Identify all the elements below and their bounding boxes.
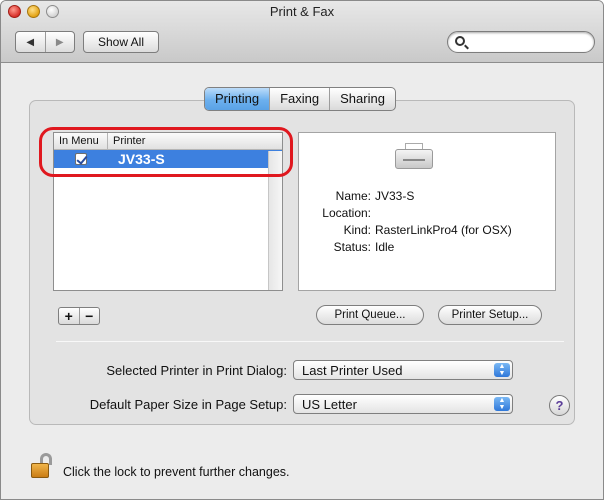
tab-printing[interactable]: Printing <box>205 88 270 110</box>
window-title: Print & Fax <box>269 4 335 19</box>
paper-size-label: Default Paper Size in Page Setup: <box>89 397 287 412</box>
selected-printer-label: Selected Printer in Print Dialog: <box>106 363 287 378</box>
lock-icon[interactable] <box>31 453 53 479</box>
search-icon <box>455 36 465 46</box>
popup-arrows-icon: ▲ ▼ <box>494 363 510 377</box>
info-kind-row: Kind: RasterLinkPro4 (for OSX) <box>299 223 557 237</box>
help-button[interactable]: ? <box>549 395 570 416</box>
status-value: Idle <box>375 240 395 254</box>
info-status-row: Status: Idle <box>299 240 557 254</box>
kind-value: RasterLinkPro4 (for OSX) <box>375 223 512 237</box>
back-arrow-icon[interactable]: ◀ <box>16 32 45 52</box>
name-value: JV33-S <box>375 189 415 203</box>
printer-setup-button[interactable]: Printer Setup... <box>438 305 542 325</box>
popup-arrows-icon: ▲ ▼ <box>494 397 510 411</box>
add-printer-button[interactable]: + <box>59 308 79 324</box>
remove-printer-button[interactable]: − <box>78 308 100 324</box>
tab-bar: Printing Faxing Sharing <box>204 87 396 111</box>
kind-label: Kind: <box>343 223 371 237</box>
print-queue-button[interactable]: Print Queue... <box>316 305 424 325</box>
divider <box>56 341 564 342</box>
status-label: Status: <box>333 240 371 254</box>
print-fax-window: Print & Fax ◀ ▶ Show All Printing Faxing… <box>0 0 604 500</box>
info-location-row: Location: <box>299 206 557 220</box>
paper-size-value: US Letter <box>302 397 357 412</box>
location-label: Location: <box>322 206 371 220</box>
name-label: Name: <box>335 189 371 203</box>
tab-faxing[interactable]: Faxing <box>269 88 329 110</box>
info-name-row: Name: JV33-S <box>299 189 557 203</box>
location-value <box>375 206 557 220</box>
tab-sharing[interactable]: Sharing <box>329 88 395 110</box>
forward-arrow-icon[interactable]: ▶ <box>44 32 75 52</box>
selected-printer-popup[interactable]: Last Printer Used ▲ ▼ <box>293 360 513 380</box>
search-field[interactable] <box>447 31 595 53</box>
back-forward-control: ◀ ▶ <box>15 31 75 53</box>
show-all-button[interactable]: Show All <box>83 31 159 53</box>
annotation-highlight-ring <box>39 127 293 177</box>
selected-printer-value: Last Printer Used <box>302 363 403 378</box>
printer-icon <box>395 143 433 169</box>
toolbar: Print & Fax ◀ ▶ Show All <box>1 1 603 63</box>
printer-info-panel: Name: JV33-S Location: Kind: RasterLinkP… <box>298 132 556 291</box>
paper-size-popup[interactable]: US Letter ▲ ▼ <box>293 394 513 414</box>
add-remove-control: + − <box>58 307 100 325</box>
lock-status-text: Click the lock to prevent further change… <box>63 465 290 479</box>
